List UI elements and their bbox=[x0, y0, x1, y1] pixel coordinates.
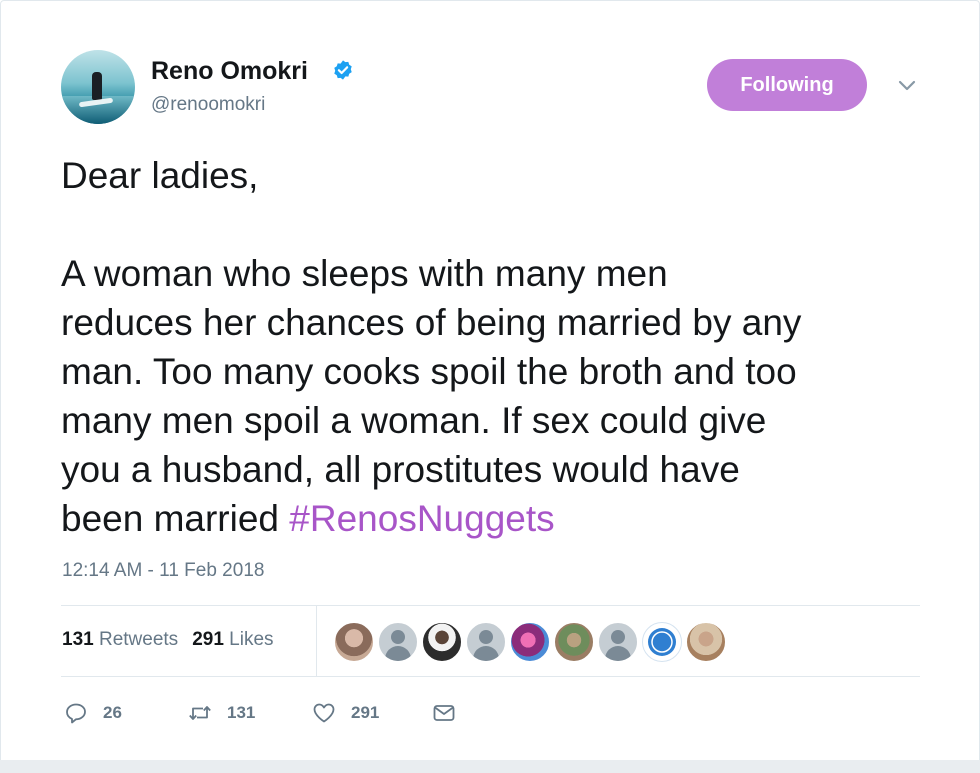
retweets-count: 131 bbox=[62, 629, 94, 650]
liker-avatar-default[interactable] bbox=[598, 622, 638, 662]
retweet-count: 131 bbox=[227, 703, 256, 722]
tweet-line: you a husband, all prostitutes would hav… bbox=[61, 449, 740, 490]
like-button[interactable]: 291 bbox=[311, 699, 379, 727]
liker-avatar[interactable] bbox=[554, 622, 594, 662]
tweet-last-line: been married #RenosNuggets bbox=[61, 494, 941, 543]
liker-avatar[interactable] bbox=[510, 622, 550, 662]
seo-logo-icon bbox=[648, 628, 676, 656]
tweet-card: Reno Omokri @renoomokri Following Dear l… bbox=[0, 0, 980, 773]
tweet-line: A woman who sleeps with many men bbox=[61, 253, 668, 294]
liker-avatar[interactable] bbox=[686, 622, 726, 662]
likes-count: 291 bbox=[192, 629, 224, 650]
reply-button[interactable]: 26 bbox=[63, 699, 122, 727]
direct-message-button[interactable] bbox=[431, 699, 471, 727]
divider-bottom bbox=[61, 676, 920, 677]
reply-icon bbox=[66, 703, 86, 724]
liker-avatar-seo-logo[interactable] bbox=[642, 622, 682, 662]
retweet-button[interactable]: 131 bbox=[187, 699, 255, 727]
retweets-stat[interactable]: 131 Retweets bbox=[62, 629, 178, 650]
tweet-line: reduces her chances of being married by … bbox=[61, 302, 802, 343]
retweets-label: Retweets bbox=[98, 629, 179, 650]
like-count: 291 bbox=[351, 703, 380, 722]
liker-avatar-default[interactable] bbox=[466, 622, 506, 662]
tweet-line: man. Too many cooks spoil the broth and … bbox=[61, 351, 797, 392]
tweet-line bbox=[61, 200, 941, 249]
user-display-name[interactable]: Reno Omokri bbox=[151, 57, 308, 86]
tweet-line: many men spoil a woman. If sex could giv… bbox=[61, 400, 767, 441]
divider-top bbox=[61, 605, 920, 606]
avatar-surfer bbox=[92, 72, 102, 100]
liker-avatar[interactable] bbox=[334, 622, 374, 662]
user-handle[interactable]: @renoomokri bbox=[151, 94, 265, 116]
tweet-timestamp[interactable]: 12:14 AM - 11 Feb 2018 bbox=[62, 560, 264, 582]
profile-avatar[interactable] bbox=[61, 50, 135, 124]
retweet-icon bbox=[189, 706, 211, 720]
following-button[interactable]: Following bbox=[707, 59, 867, 111]
engagement-stats: 131 Retweets 291 Likes bbox=[62, 629, 274, 651]
page-bottom-bar bbox=[0, 760, 980, 773]
liker-avatar[interactable] bbox=[422, 622, 462, 662]
liker-avatar-default[interactable] bbox=[378, 622, 418, 662]
heart-icon bbox=[313, 703, 335, 723]
divider-vertical bbox=[316, 605, 317, 676]
tweet-text: Dear ladies, A woman who sleeps with man… bbox=[61, 151, 941, 543]
hashtag-link[interactable]: #RenosNuggets bbox=[289, 498, 554, 539]
verified-badge-icon bbox=[334, 60, 352, 80]
chevron-down-icon[interactable] bbox=[896, 76, 918, 94]
likes-label: Likes bbox=[229, 629, 274, 650]
tweet-line-text: been married bbox=[61, 498, 290, 539]
envelope-icon bbox=[433, 705, 455, 721]
reply-count: 26 bbox=[103, 703, 122, 722]
likes-stat[interactable]: 291 Likes bbox=[192, 629, 273, 650]
tweet-line: Dear ladies, bbox=[61, 155, 259, 196]
